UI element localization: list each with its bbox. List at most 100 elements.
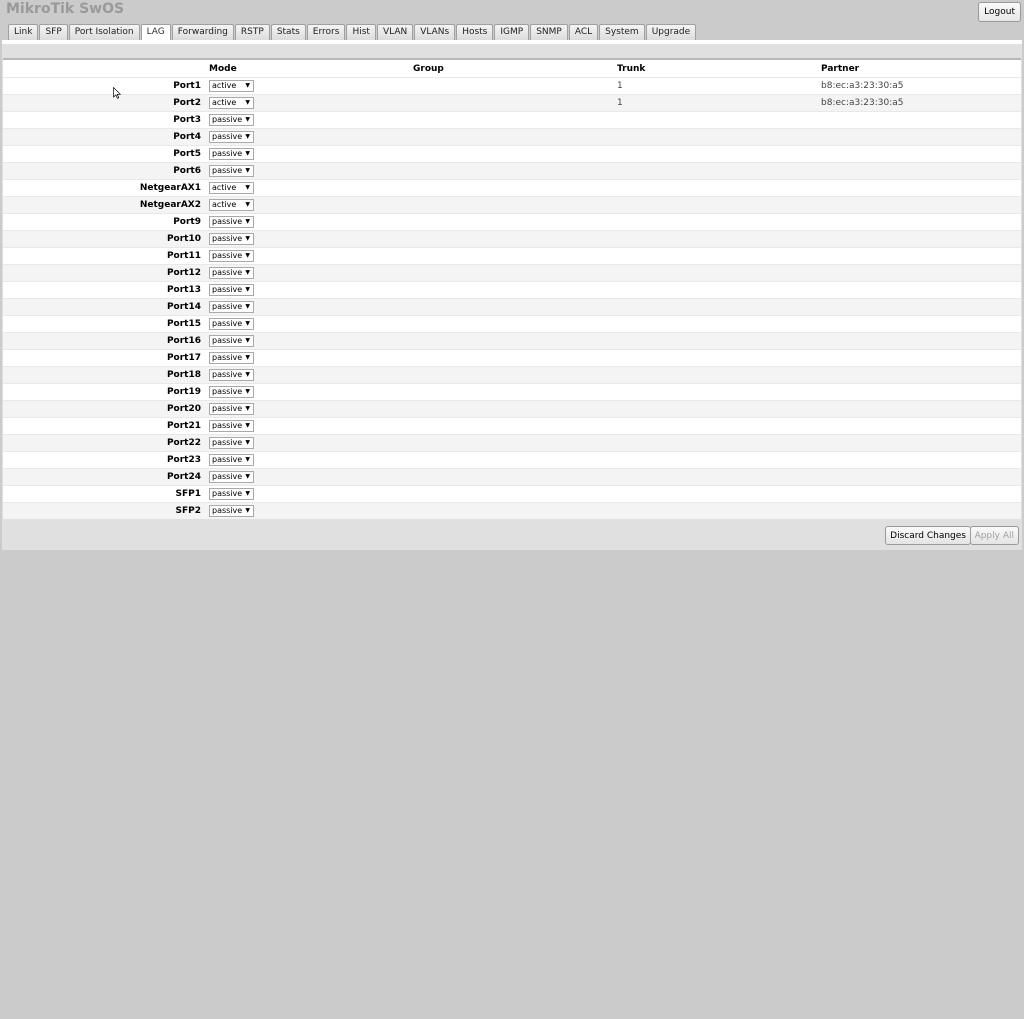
tab-bar: Link SFP Port Isolation LAG Forwarding RSTP St… xyxy=(8,24,697,41)
chevron-down-icon: ▼ xyxy=(245,320,250,327)
trunk-cell xyxy=(617,264,821,282)
chevron-down-icon: ▼ xyxy=(245,167,250,174)
mode-select[interactable]: active ▼ xyxy=(209,199,254,211)
chevron-down-icon: ▼ xyxy=(245,269,250,276)
tab-lag[interactable]: LAG xyxy=(140,24,171,41)
tab-vlans[interactable]: VLANs xyxy=(414,24,456,40)
tab-vlan[interactable]: VLAN xyxy=(376,24,414,40)
group-cell xyxy=(413,111,617,129)
mode-select[interactable]: passive ▼ xyxy=(209,131,254,143)
mode-select[interactable]: passive ▼ xyxy=(209,505,254,517)
mode-select[interactable]: passive ▼ xyxy=(209,369,254,381)
panel-top-band xyxy=(2,40,1022,44)
group-cell xyxy=(413,247,617,265)
tab-upgrade[interactable]: Upgrade xyxy=(645,24,697,40)
trunk-cell xyxy=(617,213,821,231)
partner-cell xyxy=(821,145,1021,163)
mode-select[interactable]: passive ▼ xyxy=(209,420,254,432)
table-row: Port11 passive ▼ xyxy=(3,247,1021,265)
mode-cell: active ▼ xyxy=(205,179,413,197)
mode-select[interactable]: passive ▼ xyxy=(209,114,254,126)
mode-select[interactable]: passive ▼ xyxy=(209,471,254,483)
port-name: Port6 xyxy=(3,162,205,180)
table-row: Port6 passive ▼ xyxy=(3,162,1021,180)
tab-acl[interactable]: ACL xyxy=(568,24,599,40)
group-cell xyxy=(413,434,617,452)
chevron-down-icon: ▼ xyxy=(245,405,250,412)
mode-select[interactable]: passive ▼ xyxy=(209,454,254,466)
tab-forwarding[interactable]: Forwarding xyxy=(171,24,234,40)
mode-cell: passive ▼ xyxy=(205,468,413,486)
mode-cell: passive ▼ xyxy=(205,502,413,519)
mode-select[interactable]: passive ▼ xyxy=(209,250,254,262)
tab-rstp[interactable]: RSTP xyxy=(234,24,270,40)
mode-select[interactable]: passive ▼ xyxy=(209,148,254,160)
port-name: SFP1 xyxy=(3,485,205,503)
mode-select[interactable]: passive ▼ xyxy=(209,352,254,364)
header-port xyxy=(3,58,205,78)
mode-select[interactable]: passive ▼ xyxy=(209,386,254,398)
group-cell xyxy=(413,145,617,163)
mode-select[interactable]: active ▼ xyxy=(209,182,254,194)
partner-cell xyxy=(821,485,1021,503)
tab-hosts[interactable]: Hosts xyxy=(456,24,494,40)
group-cell xyxy=(413,77,617,95)
mode-select[interactable]: passive ▼ xyxy=(209,437,254,449)
trunk-cell xyxy=(617,230,821,248)
partner-cell xyxy=(821,162,1021,180)
trunk-cell xyxy=(617,468,821,486)
mode-select[interactable]: passive ▼ xyxy=(209,403,254,415)
logout-button[interactable]: Logout xyxy=(978,2,1021,22)
tab-igmp[interactable]: IGMP xyxy=(494,24,530,40)
trunk-cell xyxy=(617,434,821,452)
trunk-cell xyxy=(617,400,821,418)
mode-select-value: passive xyxy=(212,268,243,277)
tab-errors[interactable]: Errors xyxy=(306,24,346,40)
mode-select[interactable]: passive ▼ xyxy=(209,488,254,500)
partner-cell xyxy=(821,179,1021,197)
table-row: SFP2 passive ▼ xyxy=(3,502,1021,519)
group-cell xyxy=(413,213,617,231)
table-row: Port24 passive ▼ xyxy=(3,468,1021,486)
mode-cell: passive ▼ xyxy=(205,315,413,333)
tab-stats[interactable]: Stats xyxy=(270,24,306,40)
discard-changes-button[interactable]: Discard Changes xyxy=(885,526,971,545)
mode-select[interactable]: passive ▼ xyxy=(209,318,254,330)
tab-hist[interactable]: Hist xyxy=(346,24,376,40)
mode-select[interactable]: passive ▼ xyxy=(209,335,254,347)
mode-select[interactable]: passive ▼ xyxy=(209,267,254,279)
table-row: Port9 passive ▼ xyxy=(3,213,1021,231)
mode-select[interactable]: passive ▼ xyxy=(209,216,254,228)
partner-cell xyxy=(821,111,1021,129)
mode-cell: passive ▼ xyxy=(205,264,413,282)
mode-select[interactable]: passive ▼ xyxy=(209,165,254,177)
mode-select[interactable]: active ▼ xyxy=(209,80,254,92)
mode-select[interactable]: passive ▼ xyxy=(209,301,254,313)
port-name: Port15 xyxy=(3,315,205,333)
port-name: Port18 xyxy=(3,366,205,384)
header-trunk: Trunk xyxy=(617,58,821,78)
trunk-cell xyxy=(617,417,821,435)
mode-cell: passive ▼ xyxy=(205,247,413,265)
table-row: Port19 passive ▼ xyxy=(3,383,1021,401)
mode-select[interactable]: active ▼ xyxy=(209,97,254,109)
tab-snmp[interactable]: SNMP xyxy=(530,24,568,40)
partner-cell xyxy=(821,196,1021,214)
table-row: Port16 passive ▼ xyxy=(3,332,1021,350)
mode-select[interactable]: passive ▼ xyxy=(209,233,254,245)
trunk-cell xyxy=(617,315,821,333)
tab-port-isolation[interactable]: Port Isolation xyxy=(68,24,140,40)
mode-select-value: passive xyxy=(212,472,243,481)
tab-link[interactable]: Link xyxy=(8,24,39,40)
partner-cell xyxy=(821,281,1021,299)
mode-select[interactable]: passive ▼ xyxy=(209,284,254,296)
partner-cell xyxy=(821,230,1021,248)
group-cell xyxy=(413,315,617,333)
chevron-down-icon: ▼ xyxy=(245,490,250,497)
chevron-down-icon: ▼ xyxy=(245,235,250,242)
partner-cell: b8:ec:a3:23:30:a5 xyxy=(821,94,1021,112)
tab-system[interactable]: System xyxy=(599,24,645,40)
chevron-down-icon: ▼ xyxy=(245,218,250,225)
apply-all-button[interactable]: Apply All xyxy=(969,526,1019,545)
tab-sfp[interactable]: SFP xyxy=(39,24,68,40)
